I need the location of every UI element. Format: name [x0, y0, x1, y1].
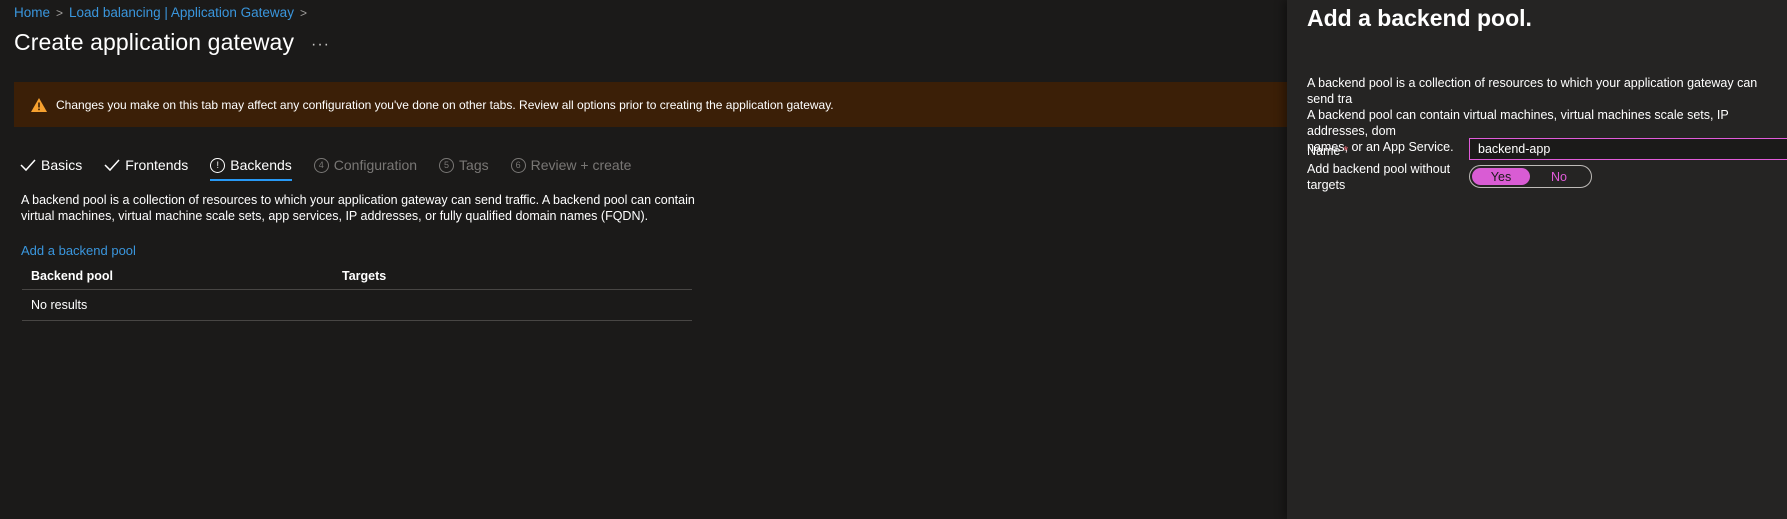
wizard-tabs: Basics Frontends ! Backends 4 Configurat…	[20, 152, 653, 181]
breadcrumb-separator: >	[56, 5, 64, 20]
warning-banner: Changes you make on this tab may affect …	[14, 82, 1287, 127]
breadcrumb-load-balancing-link[interactable]: Load balancing | Application Gateway	[69, 5, 294, 20]
without-targets-toggle[interactable]: Yes No	[1469, 165, 1592, 188]
breadcrumb-home-link[interactable]: Home	[14, 5, 50, 20]
tab-label: Configuration	[333, 157, 418, 173]
warning-icon	[30, 97, 48, 113]
tab-basics[interactable]: Basics	[20, 152, 82, 178]
table-header: Backend pool Targets	[22, 263, 692, 290]
tab-review-create[interactable]: 6 Review + create	[510, 152, 632, 178]
required-indicator: *	[1343, 144, 1349, 158]
name-input[interactable]	[1469, 138, 1787, 160]
warning-text: Changes you make on this tab may affect …	[56, 97, 834, 112]
error-circle-icon: !	[210, 157, 226, 173]
main-blade: Home > Load balancing | Application Gate…	[0, 0, 1287, 519]
without-targets-label: Add backend pool without targets	[1307, 162, 1451, 192]
panel-title: Add a backend pool.	[1307, 5, 1532, 31]
page-title: Create application gateway	[14, 29, 295, 55]
tab-configuration[interactable]: 4 Configuration	[313, 152, 418, 178]
empty-state-text: No results	[31, 298, 88, 312]
tab-backends[interactable]: ! Backends	[210, 152, 293, 181]
column-header-backend-pool: Backend pool	[31, 269, 113, 283]
checkmark-icon	[20, 159, 36, 172]
add-backend-pool-panel: Add a backend pool. A backend pool is a …	[1287, 0, 1787, 519]
step-number-icon: 5	[439, 157, 455, 173]
table-row: No results	[22, 290, 692, 321]
tab-frontends[interactable]: Frontends	[104, 152, 188, 178]
add-backend-pool-link[interactable]: Add a backend pool	[21, 243, 136, 258]
tab-label: Basics	[41, 157, 83, 173]
step-number-icon: 6	[510, 157, 526, 173]
backend-pool-table: Backend pool Targets No results	[22, 263, 692, 321]
toggle-no-option[interactable]: No	[1530, 168, 1588, 185]
tab-label: Frontends	[125, 157, 189, 173]
more-options-button[interactable]: ···	[311, 36, 330, 54]
toggle-yes-option[interactable]: Yes	[1472, 168, 1530, 185]
backends-description: A backend pool is a collection of resour…	[21, 193, 695, 223]
breadcrumb: Home > Load balancing | Application Gate…	[14, 5, 307, 20]
tab-label: Tags	[459, 157, 489, 173]
step-number-icon: 4	[313, 157, 329, 173]
column-header-targets: Targets	[342, 269, 387, 283]
tab-label: Review + create	[530, 157, 632, 173]
tab-label: Backends	[230, 157, 292, 173]
tab-tags[interactable]: 5 Tags	[439, 152, 489, 178]
breadcrumb-separator: >	[299, 5, 307, 20]
name-label-text: Name	[1307, 144, 1341, 158]
checkmark-icon	[104, 159, 120, 172]
name-label: Name *	[1307, 143, 1348, 159]
